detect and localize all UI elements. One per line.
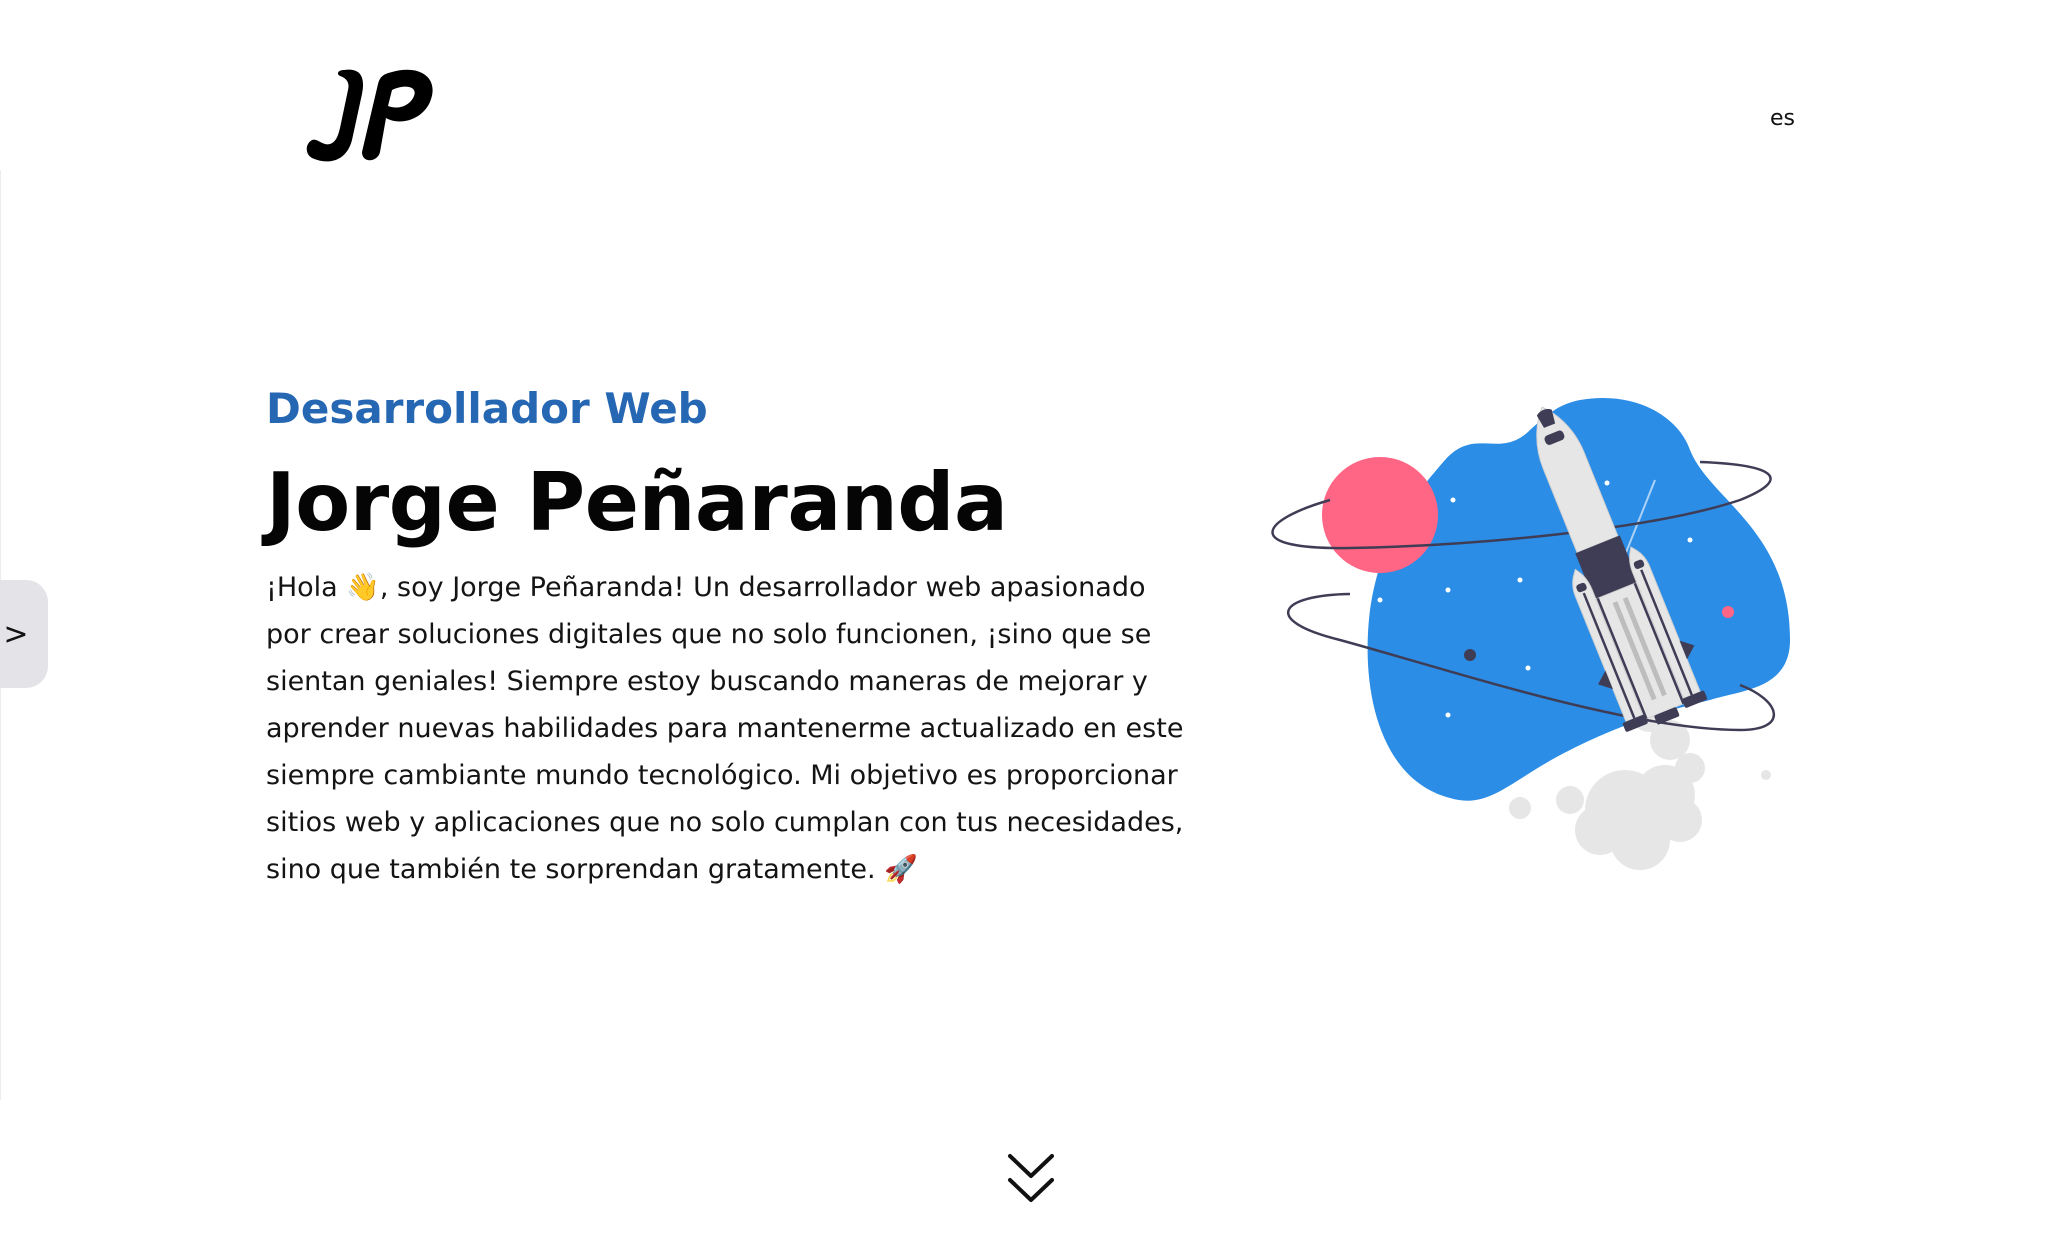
role-subtitle: Desarrollador Web xyxy=(266,384,708,433)
site-logo[interactable] xyxy=(300,60,450,170)
planet xyxy=(1322,457,1438,573)
rocket-illustration xyxy=(1270,390,1810,880)
logo-mark xyxy=(306,69,433,162)
bio-paragraph: ¡Hola 👋, soy Jorge Peñaranda! Un desarro… xyxy=(266,572,1184,885)
double-chevron-down-icon xyxy=(1008,1154,1054,1202)
page-title: Jorge Peñaranda xyxy=(266,456,1008,549)
hero-section: Desarrollador Web Jorge Peñaranda ¡Hola … xyxy=(266,378,1186,893)
scroll-down-button[interactable] xyxy=(1006,1150,1056,1210)
language-selector[interactable]: es xyxy=(1770,106,1795,131)
chevron-right-icon: > xyxy=(3,616,29,652)
sidebar-toggle-button[interactable]: > xyxy=(0,580,48,688)
page: es > Desarrollador Web Jorge Peñaranda ¡… xyxy=(0,0,2048,1260)
